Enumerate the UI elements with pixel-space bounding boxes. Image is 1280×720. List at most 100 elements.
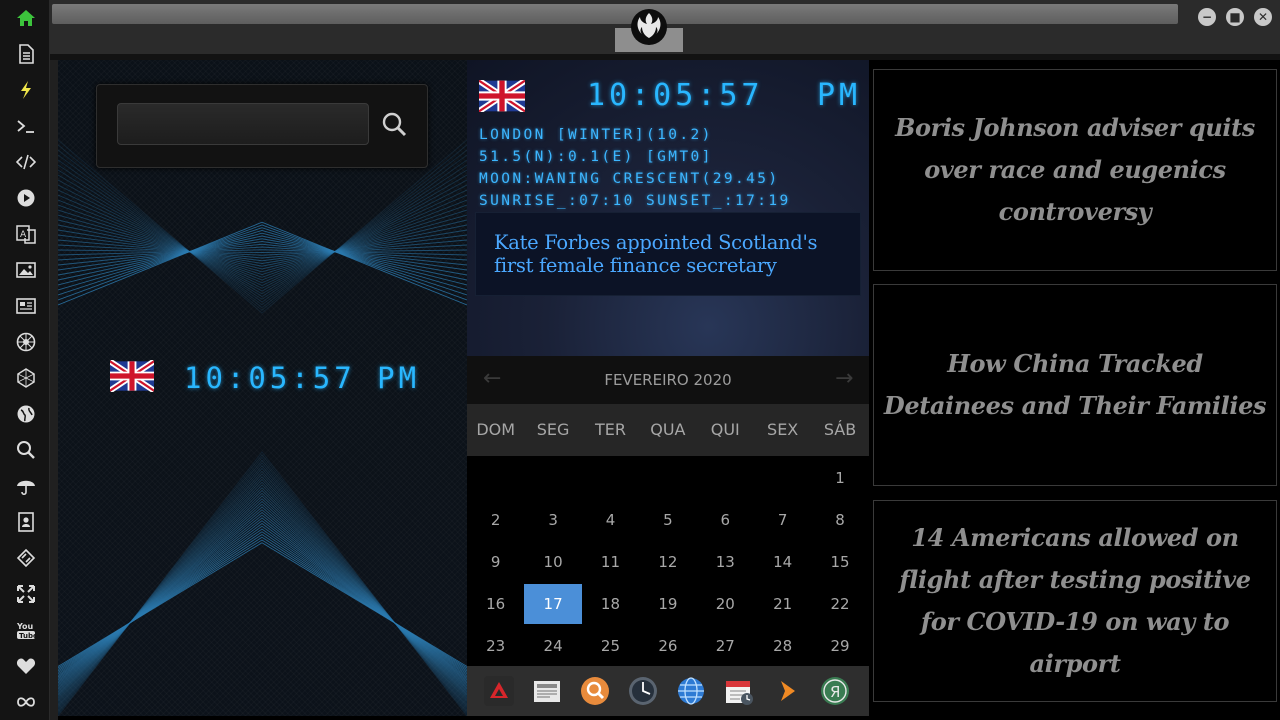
calendar-day[interactable]: 15 (811, 541, 868, 583)
calendar-day[interactable]: 22 (811, 583, 868, 625)
search-icon[interactable] (13, 437, 39, 463)
search-button[interactable] (377, 107, 411, 141)
decorative-line (58, 484, 467, 699)
search-icon (382, 112, 407, 137)
calendar-day[interactable]: 3 (524, 499, 581, 541)
calendar-day[interactable]: 28 (754, 625, 811, 667)
code-icon[interactable] (13, 149, 39, 175)
middle-panel: 10:05:57 PM LONDON [WINTER](10.2) 51.5(N… (467, 60, 869, 716)
infinity-icon[interactable] (13, 689, 39, 715)
youtube-icon[interactable]: You Tube (13, 617, 39, 643)
calendar-day[interactable]: 8 (811, 499, 868, 541)
news-card[interactable]: How China Tracked Detainees and Their Fa… (873, 284, 1277, 486)
play-icon[interactable] (13, 185, 39, 211)
calendar-day[interactable]: 9 (467, 541, 524, 583)
umbrella-icon[interactable] (13, 473, 39, 499)
calendar-day[interactable]: 7 (754, 499, 811, 541)
globe-icon[interactable] (13, 401, 39, 427)
clock-app-icon[interactable] (628, 676, 658, 706)
calendar-day[interactable]: 19 (639, 583, 696, 625)
decorative-line (58, 209, 467, 275)
moon-line: MOON:WANING CRESCENT(29.45) (479, 171, 780, 187)
calendar-app-icon[interactable] (724, 676, 754, 706)
main-clock-ampm: PM (817, 78, 862, 113)
image-icon[interactable] (13, 257, 39, 283)
calendar-day[interactable]: 23 (467, 625, 524, 667)
decorative-line (58, 528, 467, 675)
news-title: Boris Johnson adviser quits over race an… (895, 113, 1255, 226)
lightning-icon[interactable] (13, 77, 39, 103)
left-clock: 10:05:57 PM (110, 360, 430, 396)
search-widget (96, 84, 428, 168)
uk-flag-icon (479, 80, 525, 112)
home-icon[interactable] (13, 5, 39, 31)
calendar-day[interactable]: 10 (524, 541, 581, 583)
coordinates-line: 51.5(N):0.1(E) [GMT0] (479, 149, 713, 165)
calendar-day (524, 457, 581, 499)
calendar-day-today[interactable]: 17 (524, 584, 582, 624)
calendar-day[interactable]: 14 (754, 541, 811, 583)
calendar-day[interactable]: 5 (639, 499, 696, 541)
calendar-day[interactable]: 21 (754, 583, 811, 625)
close-button[interactable]: ✕ (1254, 8, 1272, 26)
newspaper-icon[interactable] (13, 293, 39, 319)
address-bar[interactable] (52, 4, 1178, 24)
minimize-button[interactable]: − (1198, 8, 1216, 26)
contacts-icon[interactable] (13, 509, 39, 535)
calendar-day[interactable]: 26 (639, 625, 696, 667)
globe-app-icon[interactable] (676, 676, 706, 706)
hexagon-icon[interactable] (13, 365, 39, 391)
search-input[interactable] (117, 103, 369, 145)
calendar-day[interactable]: 27 (697, 625, 754, 667)
news-title: 14 Americans allowed on flight after tes… (899, 523, 1251, 678)
calendar-day[interactable]: 4 (582, 499, 639, 541)
location-line: LONDON [WINTER](10.2) (479, 127, 713, 143)
calendar-day[interactable]: 18 (582, 583, 639, 625)
document-icon[interactable] (13, 41, 39, 67)
decorative-line (58, 459, 467, 712)
app-dock: Я (467, 666, 869, 716)
calendar-day[interactable]: 2 (467, 499, 524, 541)
translate-icon[interactable]: A (13, 221, 39, 247)
decorative-line (58, 517, 467, 681)
calendar-day[interactable]: 1 (811, 457, 868, 499)
decorative-line (58, 522, 467, 678)
decorative-line (58, 462, 467, 711)
calendar-day[interactable]: 24 (524, 625, 581, 667)
svg-text:You: You (16, 622, 34, 631)
calendar-day[interactable]: 12 (639, 541, 696, 583)
headline-box[interactable]: Kate Forbes appointed Scotland's first f… (475, 212, 861, 296)
calendar-next-button[interactable]: → (835, 366, 853, 391)
arrow-app-icon[interactable] (772, 676, 802, 706)
calendar-day[interactable]: 20 (697, 583, 754, 625)
svg-text:Tube: Tube (19, 632, 36, 640)
weekday-label: QUI (710, 420, 740, 439)
calendar-day[interactable]: 6 (697, 499, 754, 541)
headline-line-2: first female finance secretary (494, 254, 777, 277)
decorative-line (58, 542, 467, 667)
calendar-day[interactable]: 13 (697, 541, 754, 583)
news-panel: Boris Johnson adviser quits over race an… (873, 69, 1277, 709)
decorative-line (58, 473, 467, 705)
terminal-icon[interactable] (13, 113, 39, 139)
calendar-day[interactable]: 11 (582, 541, 639, 583)
calendar-day[interactable]: 25 (582, 625, 639, 667)
rebel-icon[interactable] (13, 329, 39, 355)
news-app-icon[interactable] (532, 676, 562, 706)
yandex-app-icon[interactable]: Я (820, 676, 850, 706)
maximize-button[interactable]: ■ (1226, 8, 1244, 26)
decorative-line (58, 520, 467, 679)
calendar-day[interactable]: 29 (811, 625, 868, 667)
heart-icon[interactable] (13, 653, 39, 679)
search-app-icon[interactable] (580, 676, 610, 706)
weekday-label: SÁB (823, 420, 857, 439)
news-card[interactable]: 14 Americans allowed on flight after tes… (873, 500, 1277, 702)
decorative-line (58, 149, 467, 309)
calendar-day[interactable]: 16 (467, 583, 524, 625)
news-card[interactable]: Boris Johnson adviser quits over race an… (873, 69, 1277, 271)
rebel-alliance-logo-icon[interactable] (630, 8, 668, 46)
ardour-app-icon[interactable] (484, 676, 514, 706)
left-panel: 10:05:57 PM (58, 60, 467, 716)
expand-icon[interactable] (13, 581, 39, 607)
tag-icon[interactable] (13, 545, 39, 571)
